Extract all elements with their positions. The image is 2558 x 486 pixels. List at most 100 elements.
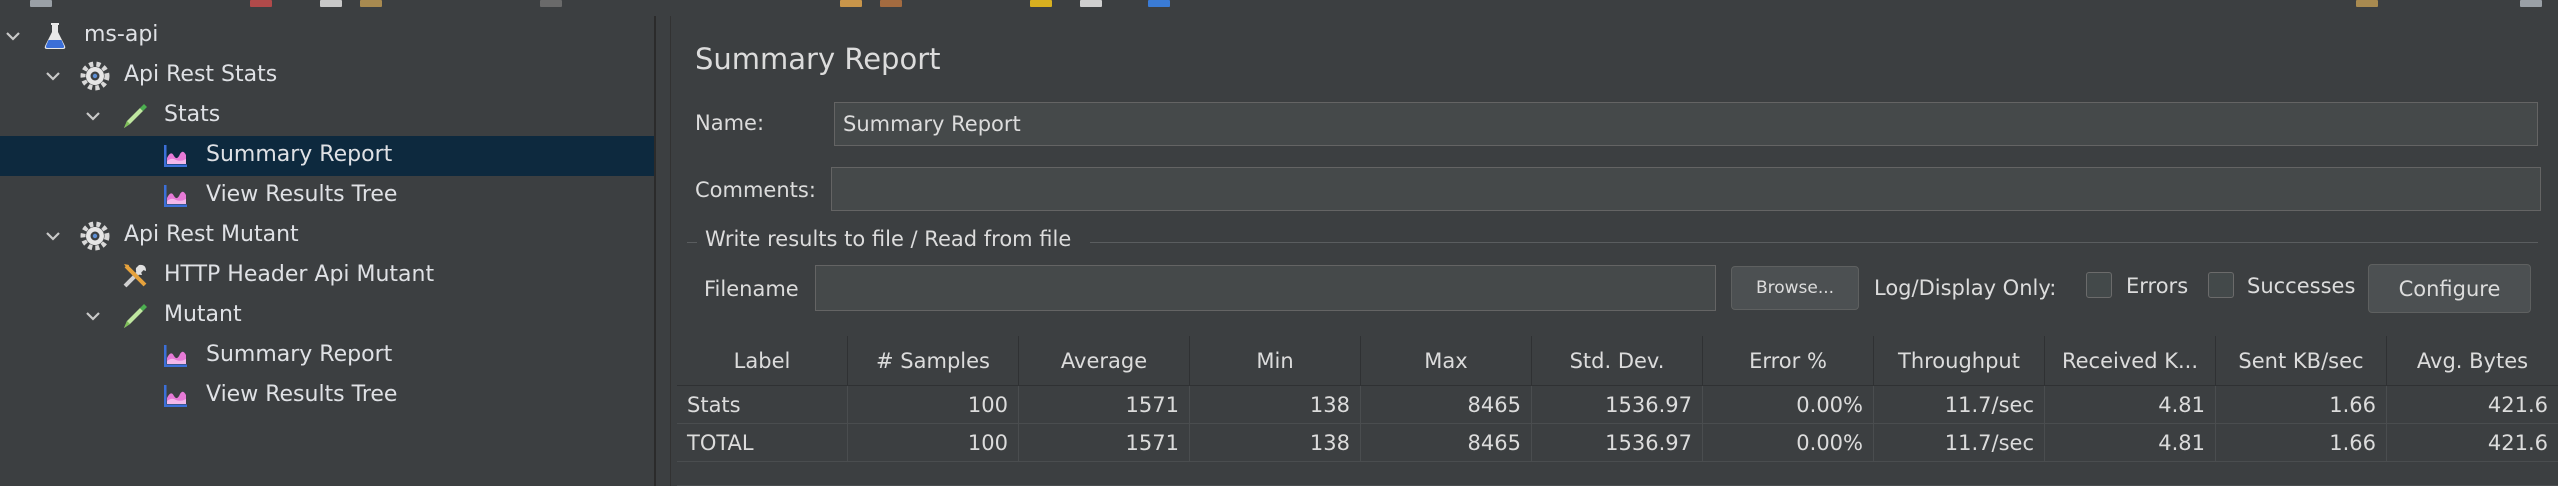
column-header[interactable]: Avg. Bytes bbox=[2387, 336, 2558, 386]
chevron-down-icon[interactable] bbox=[84, 107, 102, 125]
chart-icon bbox=[160, 181, 190, 211]
test-plan-tree: ms-api Api Rest Stats Stats Summary Repo… bbox=[0, 16, 654, 486]
tree-item-label: Api Rest Mutant bbox=[124, 222, 299, 247]
filename-field[interactable] bbox=[815, 265, 1716, 311]
column-header[interactable]: Label bbox=[677, 336, 848, 386]
toolbar bbox=[0, 0, 2558, 16]
tree-item-label: Stats bbox=[164, 102, 221, 127]
tree-item-mutant[interactable]: Mutant bbox=[0, 296, 654, 336]
toolbar-icon[interactable] bbox=[1148, 0, 1170, 7]
pipette-icon bbox=[120, 301, 150, 331]
table-cell[interactable]: 421.6 bbox=[2387, 386, 2558, 424]
pipette-icon bbox=[120, 101, 150, 131]
filename-label: Filename bbox=[704, 277, 799, 301]
group-title: Write results to file / Read from file bbox=[705, 227, 1072, 251]
column-header[interactable]: Max bbox=[1361, 336, 1532, 386]
successes-checkbox[interactable] bbox=[2208, 272, 2234, 298]
table-empty-row bbox=[677, 462, 2558, 486]
toolbar-icon[interactable] bbox=[250, 0, 272, 7]
chevron-down-icon[interactable] bbox=[44, 227, 62, 245]
gear-icon bbox=[80, 221, 110, 251]
table-cell[interactable]: 8465 bbox=[1361, 386, 1532, 424]
tree-item-stats[interactable]: Stats bbox=[0, 96, 654, 136]
table-cell[interactable]: 100 bbox=[848, 424, 1019, 462]
configure-button[interactable]: Configure bbox=[2368, 264, 2531, 313]
toolbar-icon[interactable] bbox=[320, 0, 342, 7]
table-cell[interactable]: TOTAL bbox=[677, 424, 848, 462]
column-header[interactable]: Min bbox=[1190, 336, 1361, 386]
successes-label[interactable]: Successes bbox=[2247, 274, 2355, 298]
table-cell[interactable]: 1.66 bbox=[2216, 386, 2387, 424]
tree-item-view-results-tree-2[interactable]: View Results Tree bbox=[0, 376, 654, 416]
tree-item-label: Summary Report bbox=[206, 142, 393, 167]
tree-item-api-rest-mutant[interactable]: Api Rest Mutant bbox=[0, 216, 654, 256]
toolbar-icon[interactable] bbox=[880, 0, 902, 7]
chevron-down-icon[interactable] bbox=[4, 27, 22, 45]
table-cell[interactable]: 100 bbox=[848, 386, 1019, 424]
toolbar-icon[interactable] bbox=[360, 0, 382, 7]
column-header[interactable]: Error % bbox=[1703, 336, 1874, 386]
toolbar-icon[interactable] bbox=[840, 0, 862, 7]
browse-button[interactable]: Browse... bbox=[1731, 266, 1859, 310]
chart-icon bbox=[160, 381, 190, 411]
table-cell[interactable]: 1.66 bbox=[2216, 424, 2387, 462]
name-field[interactable]: Summary Report bbox=[834, 102, 2538, 146]
chevron-down-icon[interactable] bbox=[84, 307, 102, 325]
toolbar-icon[interactable] bbox=[1030, 0, 1052, 7]
table-cell[interactable]: 421.6 bbox=[2387, 424, 2558, 462]
table-cell[interactable]: 0.00% bbox=[1703, 386, 1874, 424]
table-cell[interactable]: 4.81 bbox=[2045, 424, 2216, 462]
group-border bbox=[687, 242, 697, 243]
toolbar-icon[interactable] bbox=[1080, 0, 1102, 7]
splitter[interactable] bbox=[654, 16, 656, 486]
flask-icon bbox=[40, 21, 70, 51]
table-cell[interactable]: 1536.97 bbox=[1532, 424, 1703, 462]
table-cell[interactable]: 4.81 bbox=[2045, 386, 2216, 424]
tree-item-label: View Results Tree bbox=[206, 182, 398, 207]
table-cell[interactable]: 11.7/sec bbox=[1874, 386, 2045, 424]
tree-item-api-rest-stats[interactable]: Api Rest Stats bbox=[0, 56, 654, 96]
tree-item-label: ms-api bbox=[84, 22, 159, 47]
table-cell[interactable]: 1571 bbox=[1019, 386, 1190, 424]
toolbar-icon[interactable] bbox=[2520, 0, 2542, 7]
table-cell[interactable]: 1571 bbox=[1019, 424, 1190, 462]
tree-item-label: Summary Report bbox=[206, 342, 393, 367]
chart-icon bbox=[160, 341, 190, 371]
tree-item-label: Api Rest Stats bbox=[124, 62, 278, 87]
tree-item-view-results-tree[interactable]: View Results Tree bbox=[0, 176, 654, 216]
results-table: Label # Samples Average Min Max Std. Dev… bbox=[677, 336, 2558, 486]
page-title: Summary Report bbox=[695, 42, 941, 76]
table-cell[interactable]: 0.00% bbox=[1703, 424, 1874, 462]
chart-icon bbox=[160, 141, 190, 171]
tree-item-summary-report[interactable]: Summary Report bbox=[0, 136, 654, 176]
tree-item-ms-api[interactable]: ms-api bbox=[0, 16, 654, 56]
tree-item-summary-report-2[interactable]: Summary Report bbox=[0, 336, 654, 376]
name-label: Name: bbox=[695, 111, 765, 135]
column-header[interactable]: Std. Dev. bbox=[1532, 336, 1703, 386]
toolbar-icon[interactable] bbox=[2356, 0, 2378, 7]
table-cell[interactable]: 8465 bbox=[1361, 424, 1532, 462]
column-header[interactable]: Received K... bbox=[2045, 336, 2216, 386]
table-cell[interactable]: 138 bbox=[1190, 424, 1361, 462]
column-header[interactable]: Throughput bbox=[1874, 336, 2045, 386]
errors-checkbox[interactable] bbox=[2086, 272, 2112, 298]
toolbar-icon[interactable] bbox=[30, 0, 52, 7]
log-display-label: Log/Display Only: bbox=[1874, 276, 2057, 300]
column-header[interactable]: Sent KB/sec bbox=[2216, 336, 2387, 386]
table-cell[interactable]: Stats bbox=[677, 386, 848, 424]
tree-item-label: Mutant bbox=[164, 302, 242, 327]
table-cell[interactable]: 11.7/sec bbox=[1874, 424, 2045, 462]
table-cell[interactable]: 138 bbox=[1190, 386, 1361, 424]
errors-label[interactable]: Errors bbox=[2126, 274, 2188, 298]
splitter-edge bbox=[670, 16, 671, 486]
gear-icon bbox=[80, 61, 110, 91]
column-header[interactable]: Average bbox=[1019, 336, 1190, 386]
chevron-down-icon[interactable] bbox=[44, 67, 62, 85]
tree-item-http-header[interactable]: HTTP Header Api Mutant bbox=[0, 256, 654, 296]
tree-item-label: View Results Tree bbox=[206, 382, 398, 407]
table-cell[interactable]: 1536.97 bbox=[1532, 386, 1703, 424]
column-header[interactable]: # Samples bbox=[848, 336, 1019, 386]
toolbar-icon[interactable] bbox=[540, 0, 562, 7]
comments-field[interactable] bbox=[831, 167, 2541, 211]
group-border bbox=[1090, 242, 2538, 243]
